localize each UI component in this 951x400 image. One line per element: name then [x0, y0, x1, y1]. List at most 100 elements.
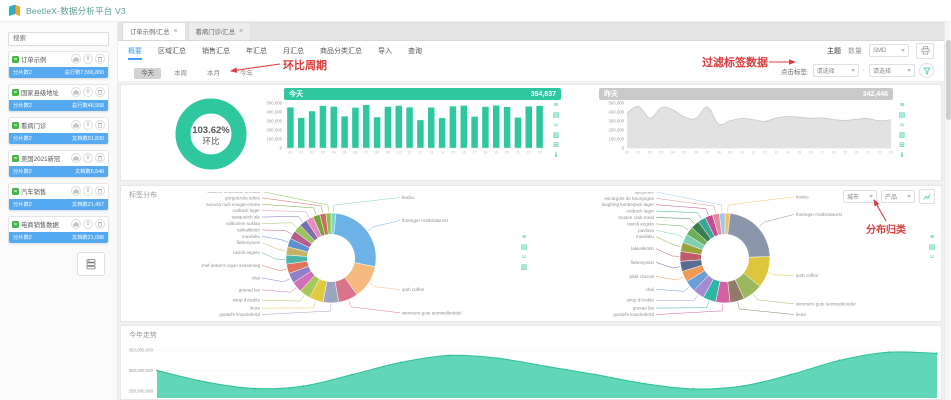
dataset-chart-button[interactable] — [71, 219, 81, 229]
dataset-count-button[interactable]: 0 — [83, 153, 93, 163]
download-icon[interactable]: ⇓ — [897, 152, 907, 160]
svg-text:18: 18 — [483, 151, 487, 155]
dataset-title: 看病门诊 — [21, 121, 69, 130]
table-icon[interactable]: ▤ — [927, 244, 937, 252]
yesterday-chart-tools: ≡ ▤ ≈ ▥ ⊞ ⇓ — [897, 102, 907, 160]
stacked-icon[interactable]: ≡ — [927, 234, 937, 242]
dataset-delete-button[interactable] — [95, 87, 105, 97]
overview-panel: 103.62% 环比 今天 354,837 500,000400,000300,… — [120, 84, 942, 181]
svg-text:16: 16 — [809, 151, 813, 155]
svg-text:teatime chocolate biscuits: teatime chocolate biscuits — [207, 192, 260, 194]
dataset-chart-button[interactable] — [71, 153, 81, 163]
app-logo-icon — [8, 4, 21, 17]
bar-icon[interactable]: ▥ — [551, 132, 561, 140]
svg-text:250,000,000: 250,000,000 — [129, 389, 154, 394]
report-tab[interactable]: 商品分类汇总 — [320, 42, 362, 60]
search-input[interactable] — [8, 32, 109, 46]
tag-select[interactable]: 请选择 — [813, 64, 859, 77]
report-tab[interactable]: 月汇总 — [283, 42, 304, 60]
stacked-icon[interactable]: ≡ — [897, 102, 907, 110]
period-button[interactable]: 今天 — [134, 68, 161, 79]
tag-filter-label: 点击标签: — [781, 66, 809, 76]
dataset-count-button[interactable]: 0 — [83, 54, 93, 64]
line-icon[interactable]: ≈ — [551, 122, 561, 130]
line-icon[interactable]: ≈ — [927, 254, 937, 262]
tag-select[interactable]: 请选择 — [869, 64, 915, 77]
tag-select-placeholder: 请选择 — [817, 66, 835, 75]
workspace-tab-label: 订单示例/汇总 — [130, 27, 170, 36]
scrollbar[interactable] — [944, 22, 951, 400]
doc-count: 文档数21,457 — [72, 200, 104, 208]
dataset-list: 订单示例0分片数2总行数7,596,800国家县级地址0分片数2总行数46,95… — [8, 51, 109, 244]
report-tab[interactable]: 导入 — [378, 42, 392, 60]
dataset-delete-button[interactable] — [95, 120, 105, 130]
shard-count: 分片数2 — [13, 233, 32, 241]
svg-text:17: 17 — [473, 151, 477, 155]
dataset-count-button[interactable]: 0 — [83, 87, 93, 97]
mode-select-value: SMD — [873, 48, 886, 54]
print-button[interactable] — [916, 43, 934, 59]
stacked-icon[interactable]: ≡ — [551, 102, 561, 110]
table-icon[interactable]: ▤ — [551, 112, 561, 120]
svg-text:14: 14 — [440, 151, 444, 155]
dataset-delete-button[interactable] — [95, 153, 105, 163]
svg-text:lakkalikööri: lakkalikööri — [631, 246, 654, 251]
svg-text:fløtemysost: fløtemysost — [631, 260, 655, 265]
pie-icon[interactable]: ⊞ — [551, 142, 561, 150]
dataset-count-button[interactable]: 0 — [83, 120, 93, 130]
period-button[interactable]: 本月 — [200, 68, 227, 79]
svg-text:wimmers gute semmelknödel: wimmers gute semmelknödel — [796, 301, 855, 306]
dataset-chart-button[interactable] — [71, 120, 81, 130]
workspace-tab[interactable]: 看病门诊/汇总× — [188, 22, 252, 40]
svg-text:18: 18 — [832, 151, 836, 155]
svg-text:pavlova: pavlova — [638, 228, 654, 233]
doc-count: 文档数6,548 — [75, 167, 104, 175]
dataset-count-button[interactable]: 0 — [83, 219, 93, 229]
dataset-chart-button[interactable] — [71, 54, 81, 64]
main-area: 订单示例/汇总×看病门诊/汇总× 概要区域汇总销售汇总年汇总月汇总商品分类汇总导… — [118, 22, 944, 400]
pie-icon[interactable]: ⊞ — [897, 142, 907, 150]
scrollbar-thumb[interactable] — [946, 40, 951, 120]
yesterday-header: 昨天 342,446 — [599, 88, 893, 100]
dataset-count-button[interactable]: 0 — [83, 186, 93, 196]
period-button[interactable]: 今年 — [233, 68, 260, 79]
theme-toggle[interactable]: 主题 — [827, 46, 841, 56]
svg-text:maxilaku: maxilaku — [636, 234, 655, 239]
dataset-chart-button[interactable] — [71, 186, 81, 196]
chevron-down-icon — [901, 49, 905, 52]
close-icon[interactable]: × — [239, 28, 243, 35]
workspace-tab[interactable]: 订单示例/汇总 × — [122, 22, 186, 40]
dataset-actions: 0 — [71, 219, 105, 229]
svg-text:sirop d'érable: sirop d'érable — [627, 298, 655, 303]
svg-text:350,000,000: 350,000,000 — [129, 348, 154, 353]
dataset-delete-button[interactable] — [95, 54, 105, 64]
svg-text:gravad lax: gravad lax — [633, 306, 655, 311]
report-tab[interactable]: 查询 — [408, 42, 422, 60]
tag-donut-right: konbuthüringer rostbratwurstipoh coffeew… — [515, 192, 951, 325]
dataset-icon — [12, 89, 19, 96]
report-tab[interactable]: 销售汇总 — [202, 42, 230, 60]
dataset-chart-button[interactable] — [71, 87, 81, 97]
dataset-stats-bar: 分片数2文档数6,548 — [9, 166, 108, 177]
year-section-title: 今年走势 — [129, 330, 157, 340]
report-tab[interactable]: 年汇总 — [246, 42, 267, 60]
datasource-button[interactable] — [77, 252, 105, 276]
close-icon[interactable]: × — [174, 28, 178, 35]
mode-select[interactable]: SMD — [869, 44, 909, 57]
yesterday-area-chart: 500,000400,000300,000200,000100,00000001… — [593, 100, 895, 171]
download-icon[interactable]: ⇓ — [551, 152, 561, 160]
tag-filter-button[interactable] — [919, 63, 934, 78]
svg-text:ikura: ikura — [796, 312, 806, 317]
count-toggle[interactable]: 数量 — [848, 46, 862, 56]
dataset-delete-button[interactable] — [95, 186, 105, 196]
table-icon[interactable]: ▤ — [897, 112, 907, 120]
period-button[interactable]: 本周 — [167, 68, 194, 79]
dataset-card-header: 汽车销售0 — [9, 184, 108, 199]
bar-icon[interactable]: ▥ — [897, 132, 907, 140]
dataset-title: 美国2021新冠 — [21, 154, 69, 163]
report-tab[interactable]: 区域汇总 — [158, 42, 186, 60]
svg-text:19: 19 — [494, 151, 498, 155]
dataset-delete-button[interactable] — [95, 219, 105, 229]
line-icon[interactable]: ≈ — [897, 122, 907, 130]
report-tab[interactable]: 概要 — [128, 42, 142, 60]
